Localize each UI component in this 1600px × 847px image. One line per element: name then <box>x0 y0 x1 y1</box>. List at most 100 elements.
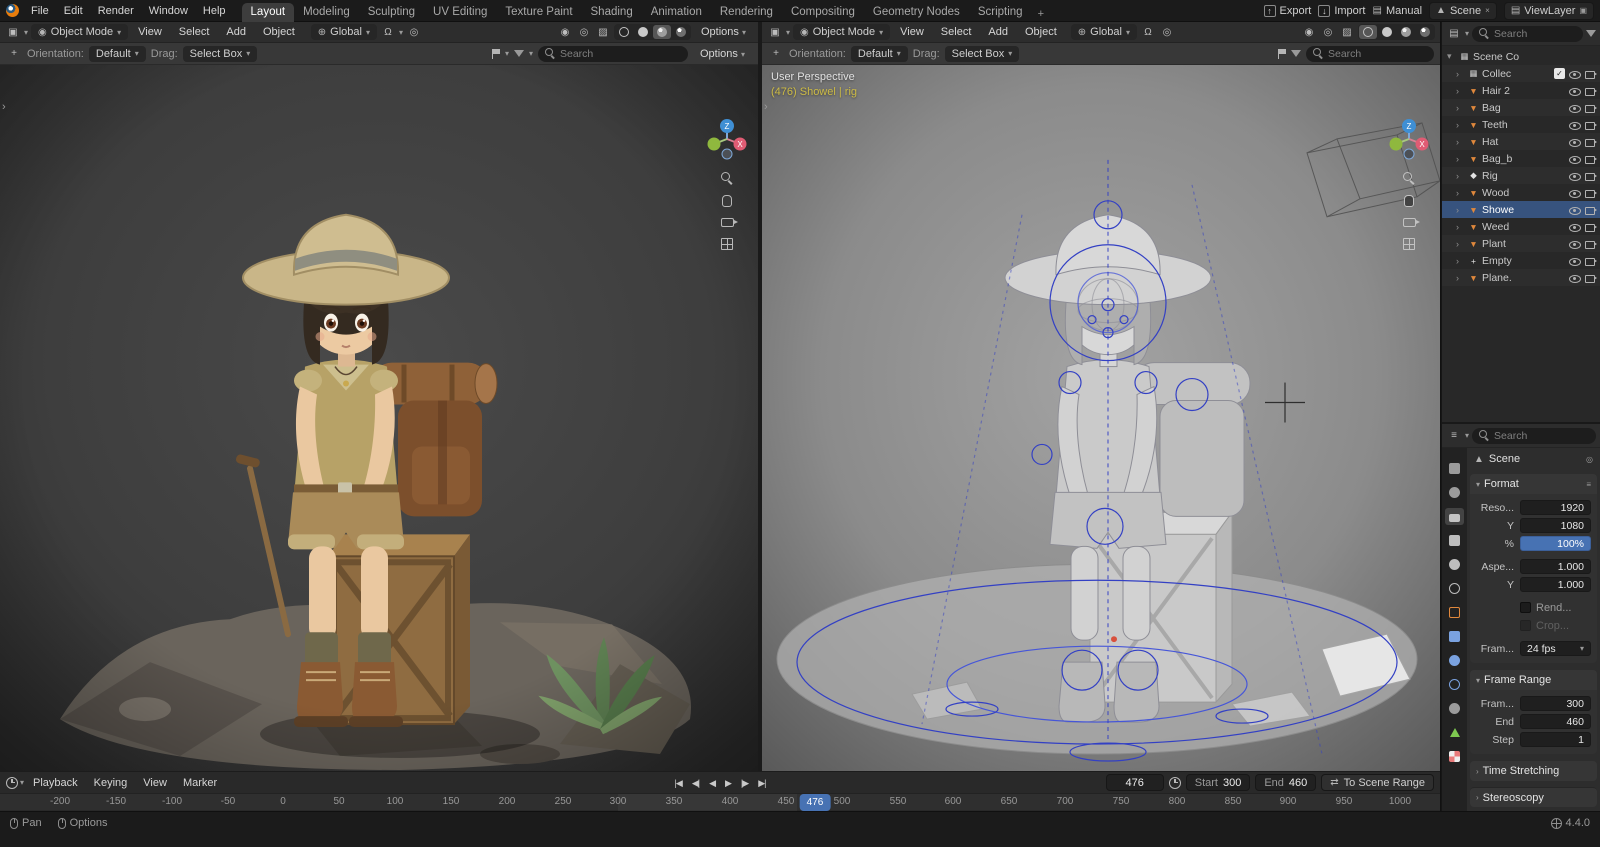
new-viewlayer-icon[interactable]: ▣ <box>1579 6 1587 15</box>
zoom-icon[interactable] <box>721 172 733 184</box>
hide-viewport-icon[interactable] <box>1568 186 1581 199</box>
menu-keying[interactable]: Keying <box>87 775 135 791</box>
tab-constraints[interactable] <box>1445 700 1464 717</box>
tab-uv-editing[interactable]: UV Editing <box>424 3 496 22</box>
toolbar-expand-arrow[interactable]: › <box>764 101 768 113</box>
proportional-edit-icon[interactable]: ◎ <box>1159 25 1175 39</box>
viewport-wireframe[interactable]: ▣ ▾ ◉ Object Mode ▾ View Select Add Obje… <box>762 22 1440 771</box>
menu-marker[interactable]: Marker <box>176 775 224 791</box>
next-keyframe-button[interactable]: |▶ <box>737 776 752 791</box>
tab-particles[interactable] <box>1445 652 1464 669</box>
viewport-search[interactable] <box>1306 46 1434 62</box>
outliner-row-bag-b[interactable]: › ▼ Bag_b <box>1442 150 1600 167</box>
outliner-row-collection[interactable]: › ▦ Collec ✓ <box>1442 65 1600 82</box>
shaded-scene[interactable]: › Z X <box>0 65 758 771</box>
menu-object[interactable]: Object <box>256 24 302 40</box>
properties-search[interactable] <box>1472 428 1596 444</box>
navigation-gizmo[interactable]: Z X <box>705 117 749 161</box>
toggle-perspective-icon[interactable] <box>1403 238 1415 250</box>
disable-render-icon[interactable] <box>1584 220 1597 233</box>
show-gizmo-icon[interactable]: ◉ <box>1301 25 1317 39</box>
outliner-row-showe-selected[interactable]: › ▼ Showe <box>1442 201 1600 218</box>
hide-viewport-icon[interactable] <box>1568 135 1581 148</box>
snap-magnet-icon[interactable]: Ω <box>380 25 396 39</box>
menu-help[interactable]: Help <box>196 3 233 19</box>
show-gizmo-icon[interactable]: ◉ <box>557 25 573 39</box>
tab-object[interactable] <box>1445 604 1464 621</box>
menu-object[interactable]: Object <box>1018 24 1064 40</box>
auto-key-icon[interactable] <box>1169 777 1181 789</box>
frame-rate-dropdown[interactable]: 24 fps▾ <box>1520 641 1591 656</box>
outliner-row-teeth[interactable]: › ▼ Teeth <box>1442 116 1600 133</box>
outliner-editor-icon[interactable]: ▤ <box>1446 27 1462 41</box>
navigation-gizmo[interactable]: Z X <box>1387 117 1431 161</box>
tab-layout[interactable]: Layout <box>242 3 295 22</box>
shading-wireframe[interactable] <box>1359 25 1377 39</box>
active-tool-icon[interactable]: + <box>768 47 784 61</box>
disable-render-icon[interactable] <box>1584 169 1597 182</box>
proportional-edit-icon[interactable]: ◎ <box>406 25 422 39</box>
disable-render-icon[interactable] <box>1584 186 1597 199</box>
tab-rendering[interactable]: Rendering <box>711 3 782 22</box>
disable-render-icon[interactable] <box>1584 152 1597 165</box>
hide-viewport-icon[interactable] <box>1568 67 1581 80</box>
blender-logo-icon[interactable] <box>6 4 19 17</box>
menu-select[interactable]: Select <box>934 24 979 40</box>
drag-dropdown[interactable]: Select Box▾ <box>945 46 1020 62</box>
shading-solid[interactable] <box>1378 25 1396 39</box>
filter-icon[interactable] <box>1586 30 1596 37</box>
active-tool-icon[interactable]: + <box>6 47 22 61</box>
move-view-icon[interactable] <box>722 195 732 207</box>
hide-viewport-icon[interactable] <box>1568 152 1581 165</box>
menu-window[interactable]: Window <box>142 3 195 19</box>
disable-render-icon[interactable] <box>1584 118 1597 131</box>
viewport-shaded[interactable]: ▣ ▾ ◉ Object Mode ▾ View Select Add Obje… <box>0 22 758 771</box>
aspect-y-field[interactable]: 1.000 <box>1520 577 1591 592</box>
menu-render[interactable]: Render <box>91 3 141 19</box>
menu-add[interactable]: Add <box>981 24 1015 40</box>
mode-dropdown[interactable]: ◉ Object Mode ▾ <box>31 24 128 40</box>
menu-add[interactable]: Add <box>219 24 253 40</box>
tab-output[interactable] <box>1445 508 1464 525</box>
toggle-xray-icon[interactable]: ▨ <box>595 25 611 39</box>
move-view-icon[interactable] <box>1404 195 1414 207</box>
jump-to-start-button[interactable]: |◀ <box>671 776 686 791</box>
resolution-x-field[interactable]: 1920 <box>1520 500 1591 515</box>
menu-playback[interactable]: Playback <box>26 775 85 791</box>
show-overlays-icon[interactable]: ◎ <box>576 25 592 39</box>
jump-to-end-button[interactable]: ▶| <box>754 776 769 791</box>
outliner-row-plant[interactable]: › ▼ Plant <box>1442 235 1600 252</box>
shading-solid[interactable] <box>634 25 652 39</box>
disable-render-icon[interactable] <box>1584 237 1597 250</box>
viewlayer-selector[interactable]: ▤ ViewLayer ▣ <box>1504 2 1594 20</box>
stereoscopy-section-header[interactable]: › Stereoscopy <box>1470 787 1597 807</box>
filter-icon[interactable] <box>514 50 524 57</box>
tab-physics[interactable] <box>1445 676 1464 693</box>
transform-orientation-dropdown[interactable]: ⊕ Global ▾ <box>311 24 377 40</box>
editor-type-icon[interactable]: ▣ <box>767 25 783 39</box>
end-frame-field[interactable]: End460 <box>1255 774 1316 791</box>
tab-render[interactable] <box>1445 484 1464 501</box>
mode-dropdown[interactable]: ◉ Object Mode ▾ <box>793 24 890 40</box>
disable-render-icon[interactable] <box>1584 254 1597 267</box>
toggle-perspective-icon[interactable] <box>721 238 733 250</box>
resolution-percentage-field[interactable]: 100% <box>1520 536 1591 551</box>
menu-edit[interactable]: Edit <box>57 3 90 19</box>
wireframe-scene[interactable]: User Perspective (476) Showel | rig › Z … <box>762 65 1440 771</box>
camera-view-icon[interactable] <box>721 218 734 227</box>
hide-viewport-icon[interactable] <box>1568 254 1581 267</box>
tab-compositing[interactable]: Compositing <box>782 3 864 22</box>
hide-viewport-icon[interactable] <box>1568 271 1581 284</box>
tab-modeling[interactable]: Modeling <box>294 3 359 22</box>
outliner-row-bag[interactable]: › ▼ Bag <box>1442 99 1600 116</box>
time-stretching-section-header[interactable]: › Time Stretching <box>1470 761 1597 781</box>
shading-rendered[interactable] <box>672 25 690 39</box>
shading-wireframe[interactable] <box>615 25 633 39</box>
tab-texture[interactable] <box>1445 748 1464 765</box>
properties-search-input[interactable] <box>1494 430 1589 442</box>
outliner-row-rig[interactable]: › ◆ Rig <box>1442 167 1600 184</box>
panel-menu-icon[interactable]: ≡ <box>1586 480 1591 489</box>
tab-texture-paint[interactable]: Texture Paint <box>496 3 581 22</box>
disable-render-icon[interactable] <box>1584 84 1597 97</box>
outliner-row-plane[interactable]: › ▼ Plane. <box>1442 269 1600 286</box>
